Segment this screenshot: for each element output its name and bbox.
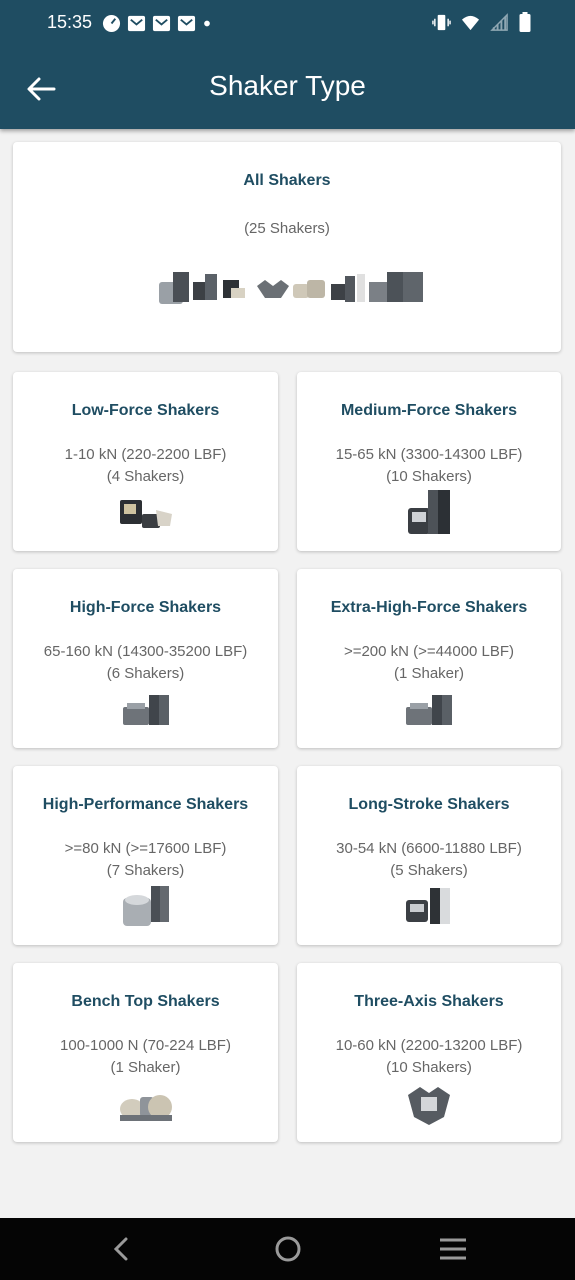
long-stroke-shaker-image — [406, 888, 450, 924]
medium-force-shaker-image — [408, 490, 450, 534]
menu-nav-icon[interactable] — [438, 1235, 468, 1263]
status-bar: 15:35 — [0, 0, 575, 48]
app-bar: 15:35 Shaker Type — [0, 0, 575, 129]
card-title: High-Performance Shakers — [42, 796, 249, 813]
card-title: High-Force Shakers — [69, 599, 222, 616]
notification-icons — [102, 14, 212, 33]
card-extra-high-force-shakers[interactable]: Extra-High-Force Shakers >=200 kN (>=440… — [297, 569, 561, 748]
card-range: 100-1000 N (70-224 LBF) — [60, 1037, 231, 1054]
card-title: Three-Axis Shakers — [354, 993, 504, 1010]
mail-icon — [177, 15, 196, 32]
card-title: Long-Stroke Shakers — [348, 796, 510, 813]
shaker-collection-image — [159, 272, 423, 304]
card-title: All Shakers — [243, 172, 331, 189]
battery-icon — [519, 12, 531, 32]
card-range: 10-60 kN (2200-13200 LBF) — [335, 1037, 523, 1054]
card-count: (1 Shaker) — [393, 665, 465, 682]
card-count: (6 Shakers) — [106, 665, 185, 682]
low-force-shaker-image — [119, 500, 172, 528]
card-low-force-shakers[interactable]: Low-Force Shakers 1-10 kN (220-2200 LBF)… — [13, 372, 278, 551]
card-range: 15-65 kN (3300-14300 LBF) — [335, 446, 523, 463]
card-count: (10 Shakers) — [386, 468, 472, 485]
vibrate-icon — [432, 14, 451, 30]
mail-icon — [127, 15, 146, 32]
system-nav-bar — [0, 1218, 575, 1280]
card-range: 1-10 kN (220-2200 LBF) — [64, 446, 227, 463]
card-three-axis-shakers[interactable]: Three-Axis Shakers 10-60 kN (2200-13200 … — [297, 963, 561, 1142]
three-axis-shaker-image — [408, 1087, 450, 1125]
card-count: (7 Shakers) — [106, 862, 185, 879]
card-title: Low-Force Shakers — [71, 402, 220, 419]
high-performance-shaker-image — [122, 886, 169, 926]
card-high-performance-shakers[interactable]: High-Performance Shakers >=80 kN (>=1760… — [13, 766, 278, 945]
back-nav-icon[interactable] — [107, 1235, 137, 1263]
card-long-stroke-shakers[interactable]: Long-Stroke Shakers 30-54 kN (6600-11880… — [297, 766, 561, 945]
page-title: Shaker Type — [209, 70, 366, 101]
home-nav-icon[interactable] — [273, 1235, 303, 1263]
card-range: >=200 kN (>=44000 LBF) — [343, 643, 515, 660]
card-medium-force-shakers[interactable]: Medium-Force Shakers 15-65 kN (3300-1430… — [297, 372, 561, 551]
card-bench-top-shakers[interactable]: Bench Top Shakers 100-1000 N (70-224 LBF… — [13, 963, 278, 1142]
bench-top-shaker-image — [119, 1095, 172, 1121]
card-range: 65-160 kN (14300-35200 LBF) — [43, 643, 248, 660]
extra-high-force-shaker-image — [406, 695, 452, 725]
wifi-icon — [461, 15, 480, 30]
signal-icon — [490, 12, 508, 31]
card-title: Medium-Force Shakers — [340, 402, 518, 419]
card-range: >=80 kN (>=17600 LBF) — [64, 840, 227, 857]
card-title: Bench Top Shakers — [71, 993, 220, 1010]
card-count: (25 Shakers) — [244, 220, 330, 237]
card-count: (4 Shakers) — [106, 468, 185, 485]
card-count: (5 Shakers) — [390, 862, 468, 879]
status-time: 15:35 — [47, 12, 93, 32]
card-title: Extra-High-Force Shakers — [330, 599, 528, 616]
card-count: (10 Shakers) — [386, 1059, 472, 1076]
speedometer-icon — [102, 14, 121, 33]
card-high-force-shakers[interactable]: High-Force Shakers 65-160 kN (14300-3520… — [13, 569, 278, 748]
system-icons — [432, 12, 531, 32]
dot-icon — [204, 20, 210, 27]
card-count: (1 Shaker) — [110, 1059, 181, 1076]
mail-icon — [152, 15, 171, 32]
card-range: 30-54 kN (6600-11880 LBF) — [336, 840, 522, 857]
high-force-shaker-image — [122, 695, 169, 725]
card-all-shakers[interactable]: All Shakers (25 Shakers) — [13, 142, 561, 352]
shaker-type-list: All Shakers (25 Shakers) Low-Force Shake… — [0, 129, 575, 1218]
